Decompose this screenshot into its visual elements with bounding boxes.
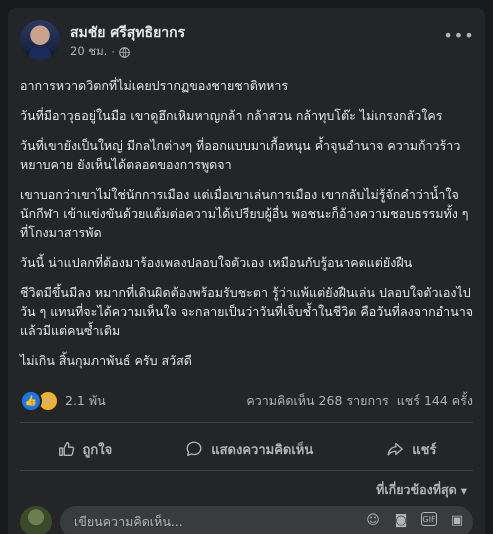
- reaction-count[interactable]: 2.1 พัน: [65, 391, 106, 411]
- comment-placeholder: เขียนความคิดเห็น...: [74, 514, 183, 529]
- post-actions: ถูกใจ แสดงความคิดเห็น แชร์: [20, 434, 473, 464]
- post-paragraph: วันนี้ น่าแปลกที่ต้องมาร้องเพลงปลอบใจตัว…: [20, 255, 413, 270]
- author-name[interactable]: สมชัย ศรีสุทธิยากร: [70, 22, 185, 44]
- comment-button[interactable]: แสดงความคิดเห็น: [175, 435, 323, 464]
- post-paragraph: ไม่เกิน สิ้นกุมภาพันธ์ ครับ สวัสดี: [20, 353, 192, 368]
- sticker-icon[interactable]: ▣: [449, 512, 465, 528]
- post-meta: 20 ชม. ·: [70, 43, 130, 61]
- divider: [20, 422, 473, 423]
- gif-icon[interactable]: GIF: [421, 512, 437, 526]
- reaction-summary[interactable]: 👍 😆 2.1 พัน: [20, 390, 106, 412]
- post-stats: 👍 😆 2.1 พัน ความคิดเห็น 268 รายการ แชร์ …: [20, 390, 473, 412]
- share-button[interactable]: แชร์: [376, 435, 446, 464]
- like-label: ถูกใจ: [82, 442, 113, 458]
- comment-label: แสดงความคิดเห็น: [211, 442, 314, 458]
- share-arrow-icon: [387, 442, 404, 456]
- post-paragraph: เขาบอกว่าเขาไม่ใช่นักการเมือง แต่เมื่อเข…: [20, 187, 469, 240]
- post-paragraph: อาการหวาดวิตกที่ไม่เคยปรากฏของชายชาติทหา…: [20, 78, 289, 93]
- like-button[interactable]: ถูกใจ: [47, 435, 123, 464]
- post-paragraph: วันที่มีอาวุธอยู่ในมือ เขาดูฮึกเหิมหาญกล…: [20, 108, 443, 123]
- thumbs-up-icon: [58, 442, 74, 456]
- share-label: แชร์: [412, 442, 437, 458]
- post-paragraph: วันที่เขายังเป็นใหญ่ มีกลไกต่างๆ ที่ออกแ…: [20, 138, 461, 172]
- comment-composer: เขียนความคิดเห็น... ☺ ◙ GIF ▣: [20, 504, 473, 534]
- author-avatar[interactable]: [20, 20, 60, 60]
- globe-icon: [119, 46, 130, 58]
- comment-count[interactable]: ความคิดเห็น 268 รายการ: [246, 391, 388, 411]
- smiley-icon[interactable]: ☺: [365, 512, 381, 528]
- comment-tools: ☺ ◙ GIF ▣: [365, 512, 465, 528]
- comment-filter-label: ที่เกี่ยวข้องที่สุด: [376, 482, 457, 497]
- chevron-down-icon: ▾: [460, 482, 467, 498]
- speech-bubble-icon: [186, 441, 202, 456]
- divider: [20, 470, 473, 471]
- post-card: สมชัย ศรีสุทธิยากร 20 ชม. · ••• อาการหวา…: [8, 8, 485, 534]
- post-paragraph: ชีวิตมีขึ้นมีลง หมากที่เดินผิดต้องพร้อมร…: [20, 285, 474, 338]
- post-time[interactable]: 20 ชม.: [70, 43, 107, 61]
- post-header: สมชัย ศรีสุทธิยากร 20 ชม. · •••: [20, 20, 474, 66]
- more-options-icon[interactable]: •••: [443, 24, 473, 46]
- like-reaction-icon: 👍: [20, 390, 42, 412]
- post-text: อาการหวาดวิตกที่ไม่เคยปรากฏของชายชาติทหา…: [20, 76, 475, 381]
- camera-icon[interactable]: ◙: [393, 512, 409, 528]
- comment-filter[interactable]: ที่เกี่ยวข้องที่สุด ▾: [376, 480, 467, 500]
- user-avatar[interactable]: [20, 506, 52, 534]
- share-count[interactable]: แชร์ 144 ครั้ง: [397, 391, 473, 411]
